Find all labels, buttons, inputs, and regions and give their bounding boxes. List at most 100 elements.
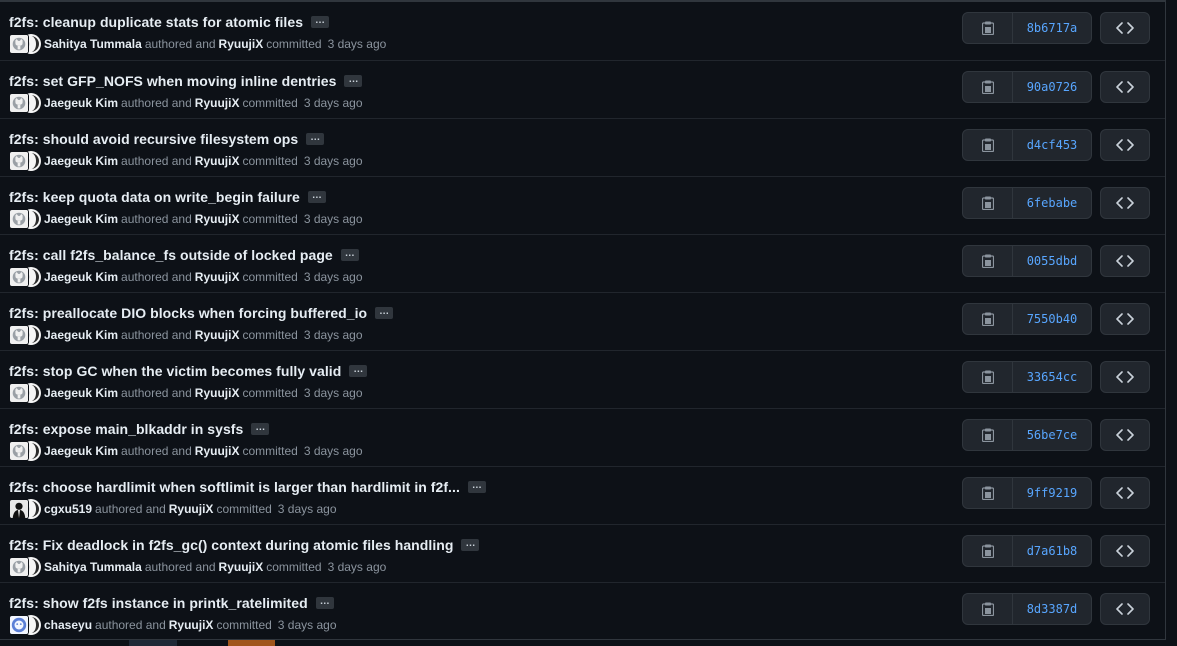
sha-button-group: 9ff9219 [962, 477, 1092, 509]
commit-sha-link[interactable]: 8b6717a [1013, 13, 1091, 43]
author-avatar[interactable] [9, 93, 29, 113]
author-avatar[interactable] [9, 557, 29, 577]
author-name-link[interactable]: Jaegeuk Kim [44, 444, 118, 458]
committer-name-link[interactable]: RyuujiX [195, 270, 240, 284]
commit-title-line: f2fs: choose hardlimit when softlimit is… [9, 477, 486, 497]
commit-sha-link[interactable]: 33654cc [1013, 362, 1091, 392]
show-description-button[interactable]: … [467, 481, 486, 493]
show-description-button[interactable]: … [307, 191, 326, 203]
browse-repository-button[interactable] [1100, 71, 1150, 103]
author-avatar[interactable] [9, 209, 29, 229]
show-description-button[interactable]: … [251, 423, 270, 435]
show-description-button[interactable]: … [344, 75, 363, 87]
commit-sha-link[interactable]: 9ff9219 [1013, 478, 1091, 508]
commit-sha-link[interactable]: d7a61b8 [1013, 536, 1091, 566]
committer-name-link[interactable]: RyuujiX [195, 328, 240, 342]
browse-repository-button[interactable] [1100, 12, 1150, 44]
copy-sha-button[interactable] [963, 478, 1013, 508]
commit-time: 3 days ago [303, 154, 363, 168]
authored-text: authored and [121, 328, 192, 342]
show-description-button[interactable]: … [340, 249, 359, 261]
browse-repository-button[interactable] [1100, 593, 1150, 625]
commit-title-link[interactable]: f2fs: choose hardlimit when softlimit is… [9, 479, 460, 495]
author-name-link[interactable]: Jaegeuk Kim [44, 96, 118, 110]
committer-name-link[interactable]: RyuujiX [195, 154, 240, 168]
committer-name-link[interactable]: RyuujiX [169, 502, 214, 516]
committer-name-link[interactable]: RyuujiX [195, 444, 240, 458]
author-name-link[interactable]: cgxu519 [44, 502, 92, 516]
commit-sha-link[interactable]: 7550b40 [1013, 304, 1091, 334]
author-name-link[interactable]: chaseyu [44, 618, 92, 632]
commit-title-line: f2fs: show f2fs instance in printk_ratel… [9, 593, 334, 613]
copy-sha-button[interactable] [963, 246, 1013, 276]
browse-repository-button[interactable] [1100, 419, 1150, 451]
commit-title-link[interactable]: f2fs: show f2fs instance in printk_ratel… [9, 595, 308, 611]
commit-title-link[interactable]: f2fs: should avoid recursive filesystem … [9, 131, 298, 147]
commit-sha-link[interactable]: 6febabe [1013, 188, 1091, 218]
committer-name-link[interactable]: RyuujiX [195, 386, 240, 400]
commit-title-link[interactable]: f2fs: cleanup duplicate stats for atomic… [9, 14, 303, 30]
copy-sha-button[interactable] [963, 536, 1013, 566]
author-avatar[interactable] [9, 383, 29, 403]
browse-repository-button[interactable] [1100, 245, 1150, 277]
committer-name-link[interactable]: RyuujiX [219, 37, 264, 51]
commit-title-link[interactable]: f2fs: preallocate DIO blocks when forcin… [9, 305, 367, 321]
committer-name-link[interactable]: RyuujiX [195, 96, 240, 110]
copy-sha-button[interactable] [963, 304, 1013, 334]
copy-sha-button[interactable] [963, 130, 1013, 160]
commit-title-link[interactable]: f2fs: expose main_blkaddr in sysfs [9, 421, 243, 437]
commit-sha-link[interactable]: 56be7ce [1013, 420, 1091, 450]
author-name-link[interactable]: Sahitya Tummala [44, 37, 142, 51]
author-avatar[interactable] [9, 151, 29, 171]
committed-text: committed [266, 560, 322, 574]
commit-row: f2fs: should avoid recursive filesystem … [0, 118, 1165, 176]
author-name-link[interactable]: Sahitya Tummala [44, 560, 142, 574]
author-name-link[interactable]: Jaegeuk Kim [44, 212, 118, 226]
browse-repository-button[interactable] [1100, 477, 1150, 509]
browse-repository-button[interactable] [1100, 535, 1150, 567]
author-name-link[interactable]: Jaegeuk Kim [44, 386, 118, 400]
authored-text: authored and [121, 212, 192, 226]
committer-name-link[interactable]: RyuujiX [169, 618, 214, 632]
show-description-button[interactable]: … [375, 307, 394, 319]
copy-sha-button[interactable] [963, 13, 1013, 43]
copy-sha-button[interactable] [963, 594, 1013, 624]
committer-name-link[interactable]: RyuujiX [195, 212, 240, 226]
show-description-button[interactable]: … [306, 133, 325, 145]
browse-repository-button[interactable] [1100, 129, 1150, 161]
author-avatar[interactable] [9, 441, 29, 461]
copy-sha-button[interactable] [963, 72, 1013, 102]
commit-row: f2fs: expose main_blkaddr in sysfs … Jae… [0, 408, 1165, 466]
commit-title-link[interactable]: f2fs: Fix deadlock in f2fs_gc() context … [9, 537, 453, 553]
browse-repository-button[interactable] [1100, 361, 1150, 393]
author-avatar[interactable] [9, 267, 29, 287]
commit-sha-link[interactable]: 90a0726 [1013, 72, 1091, 102]
commit-sha-link[interactable]: d4cf453 [1013, 130, 1091, 160]
author-name-link[interactable]: Jaegeuk Kim [44, 328, 118, 342]
committer-name-link[interactable]: RyuujiX [219, 560, 264, 574]
show-description-button[interactable]: … [461, 539, 480, 551]
copy-sha-button[interactable] [963, 188, 1013, 218]
author-name-link[interactable]: Jaegeuk Kim [44, 154, 118, 168]
browse-repository-button[interactable] [1100, 187, 1150, 219]
avatar-stack [9, 325, 41, 345]
copy-sha-button[interactable] [963, 420, 1013, 450]
commit-title-link[interactable]: f2fs: stop GC when the victim becomes fu… [9, 363, 341, 379]
show-description-button[interactable]: … [311, 16, 330, 28]
show-description-button[interactable]: … [315, 597, 334, 609]
commit-sha-link[interactable]: 8d3387d [1013, 594, 1091, 624]
show-description-button[interactable]: … [349, 365, 368, 377]
author-name-link[interactable]: Jaegeuk Kim [44, 270, 118, 284]
author-avatar[interactable] [9, 615, 29, 635]
clipboard-copy-icon [981, 428, 994, 442]
commit-sha-link[interactable]: 0055dbd [1013, 246, 1091, 276]
browse-repository-button[interactable] [1100, 303, 1150, 335]
commit-time: 3 days ago [277, 502, 337, 516]
commit-title-link[interactable]: f2fs: set GFP_NOFS when moving inline de… [9, 73, 336, 89]
author-avatar[interactable] [9, 499, 29, 519]
commit-title-link[interactable]: f2fs: keep quota data on write_begin fai… [9, 189, 300, 205]
copy-sha-button[interactable] [963, 362, 1013, 392]
commit-title-link[interactable]: f2fs: call f2fs_balance_fs outside of lo… [9, 247, 333, 263]
author-avatar[interactable] [9, 325, 29, 345]
author-avatar[interactable] [9, 34, 29, 54]
